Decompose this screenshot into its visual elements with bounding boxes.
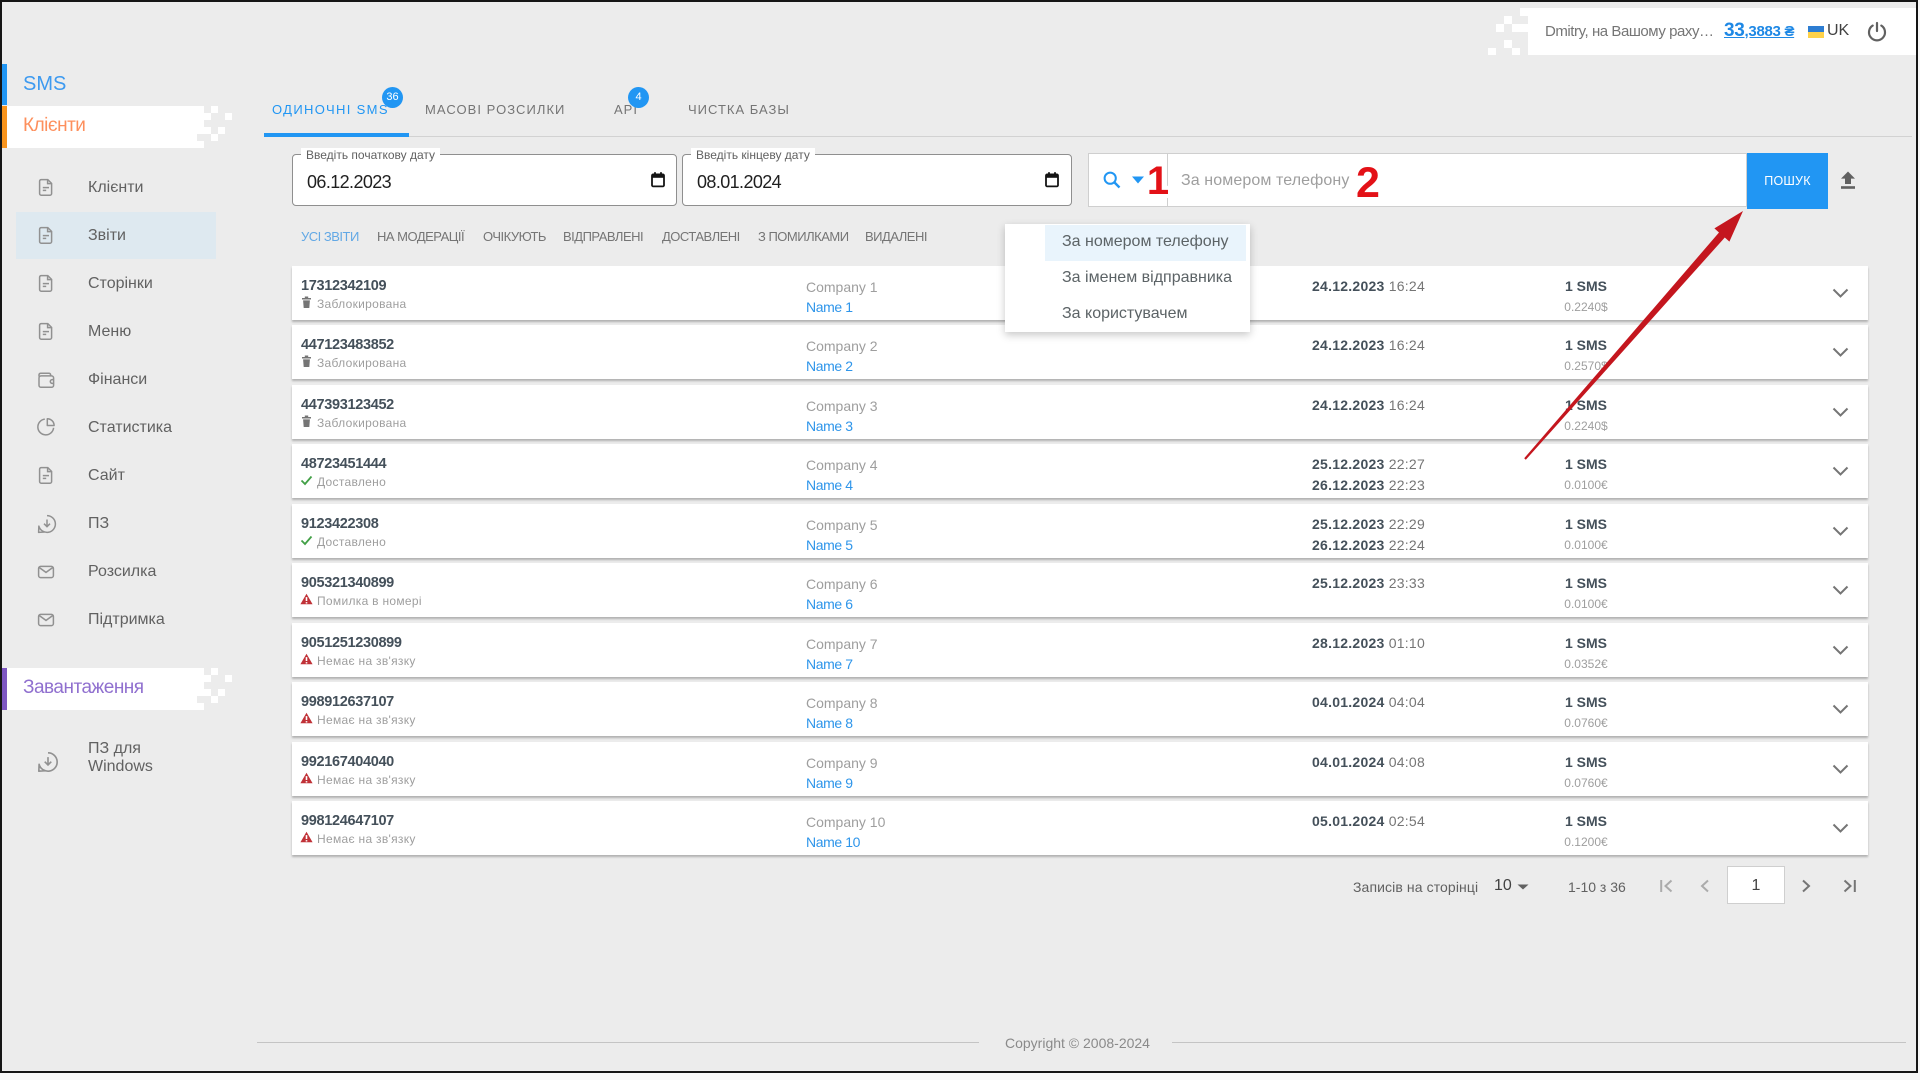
svg-text:1: 1 bbox=[1147, 159, 1169, 203]
svg-text:2: 2 bbox=[1356, 159, 1380, 207]
